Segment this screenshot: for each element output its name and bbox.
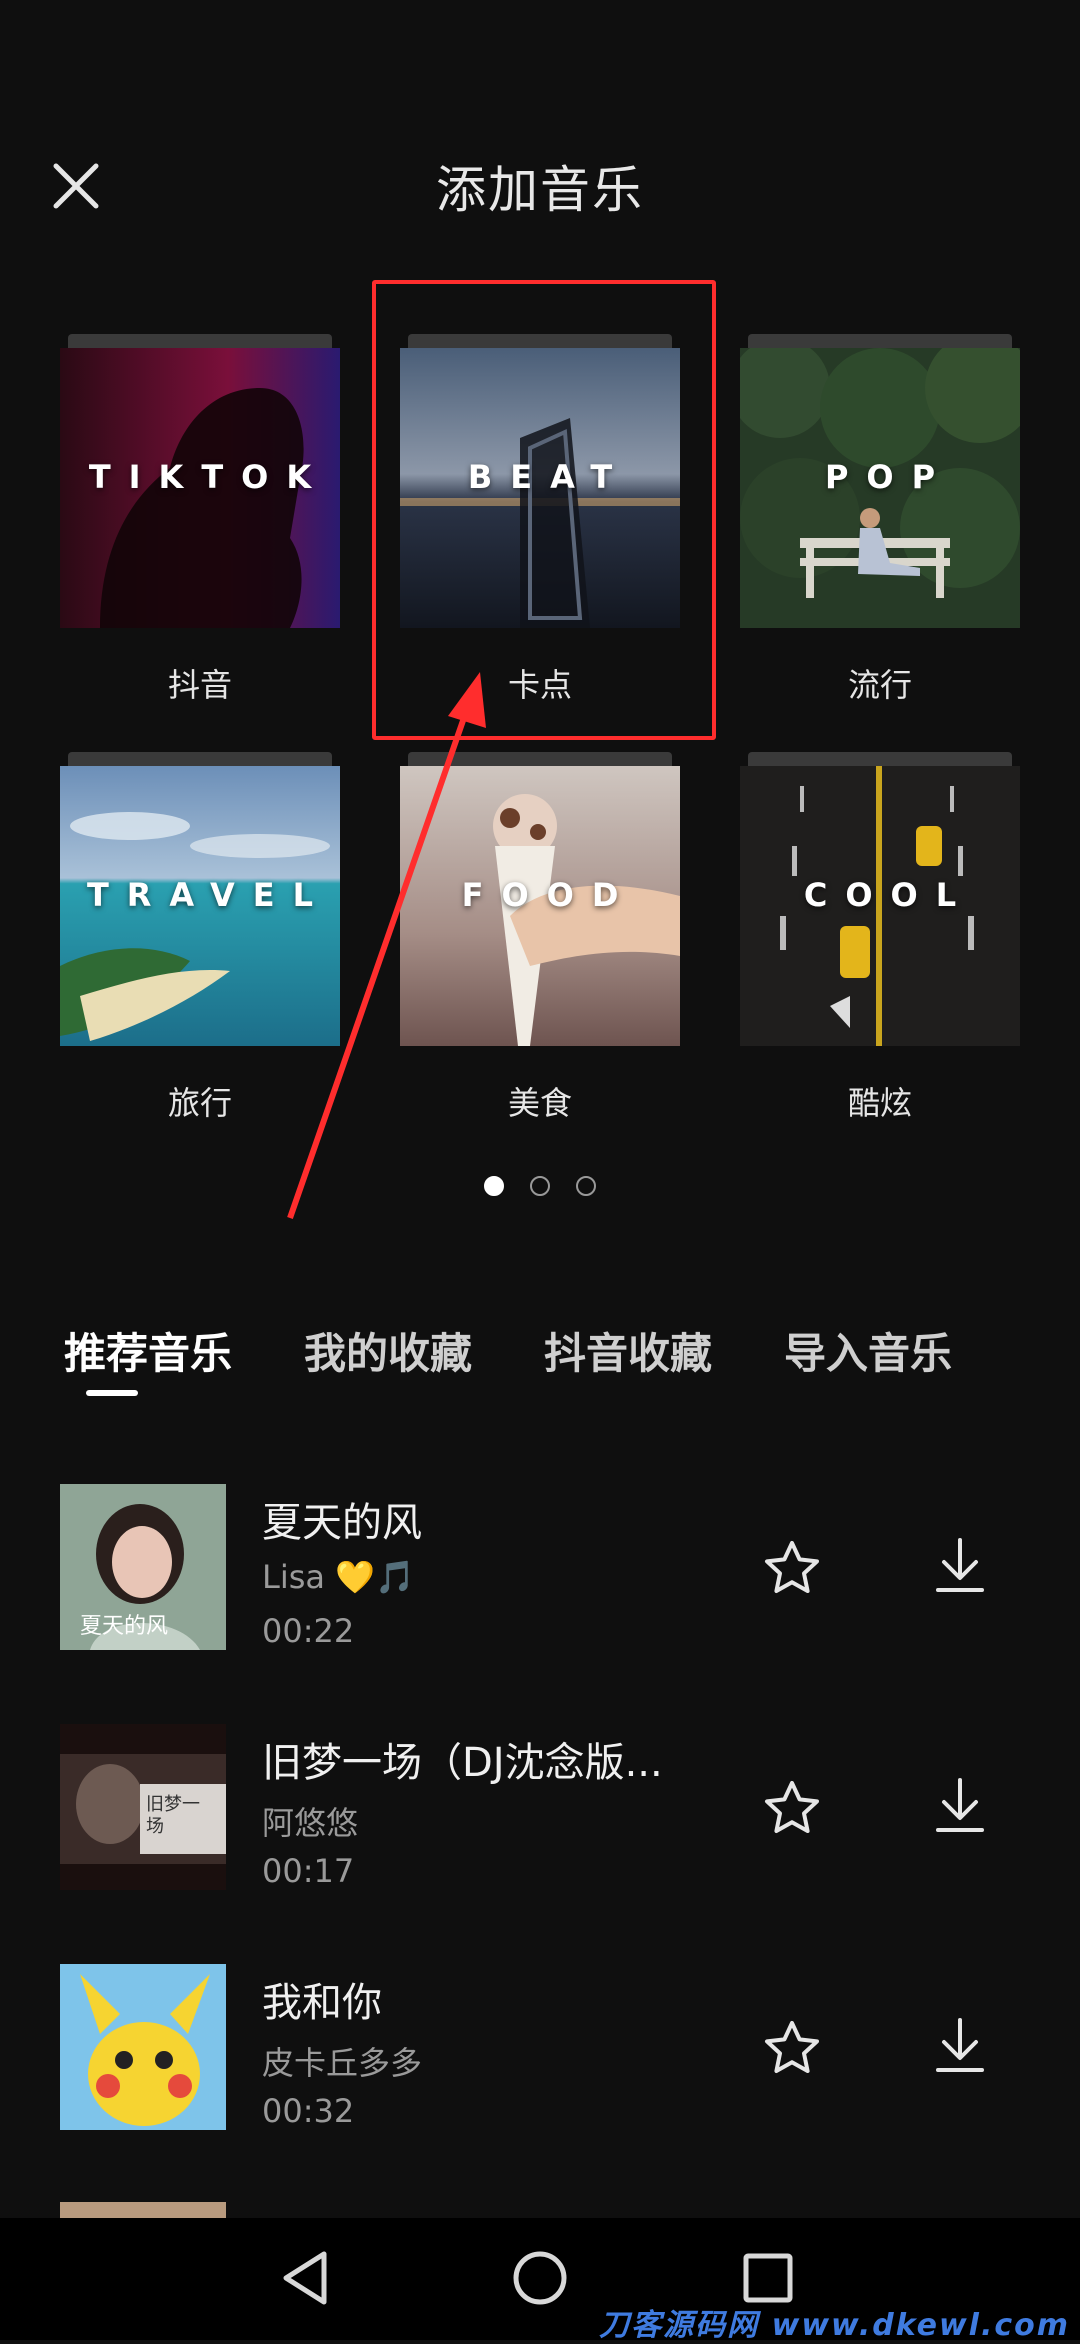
stack-edge (408, 752, 672, 766)
page-dot[interactable] (530, 1176, 550, 1196)
download-icon[interactable] (928, 1534, 992, 1598)
category-label: 旅行 (167, 1084, 232, 1122)
watermark: 刀客源码网 www.dkewl.com (599, 2308, 1070, 2343)
music-title: 夏天的风 (262, 1500, 422, 1546)
back-triangle-icon[interactable] (272, 2242, 344, 2314)
music-duration: 00:22 (262, 1612, 355, 1650)
music-artist: Lisa 💛🎵 (262, 1558, 415, 1596)
star-icon[interactable] (760, 1536, 824, 1600)
music-duration: 00:17 (262, 1852, 355, 1890)
thumbnail-text: 夏天的风 (80, 1614, 169, 1639)
music-artist: 阿悠悠 (262, 1804, 359, 1842)
music-duration: 00:32 (262, 2092, 355, 2130)
category-label: 美食 (507, 1084, 572, 1122)
category-tiktok[interactable]: TIKTOK 抖音 (60, 334, 340, 704)
star-icon[interactable] (760, 1776, 824, 1840)
music-title: 旧梦一场（DJ沈念版... (262, 1740, 663, 1786)
category-food[interactable]: FOOD 美食 (400, 752, 680, 1122)
home-circle-icon[interactable] (504, 2242, 576, 2314)
music-row[interactable]: 旧梦一场 旧梦一场（DJ沈念版... 阿悠悠 00:17 (60, 1724, 1020, 1890)
music-tabs: 推荐音乐 我的收藏 抖音收藏 导入音乐 (64, 1320, 1080, 1381)
download-icon[interactable] (928, 2014, 992, 2078)
pagination-dots (0, 1176, 1080, 1196)
music-thumbnail-partial (60, 2202, 226, 2218)
category-cover-text: TIKTOK (88, 458, 330, 496)
star-icon[interactable] (760, 2016, 824, 2080)
tab-import-music[interactable]: 导入音乐 (784, 1320, 952, 1381)
music-row[interactable]: 我和你 皮卡丘多多 00:32 (60, 1964, 1020, 2130)
music-title: 我和你 (262, 1980, 382, 2026)
category-label: 抖音 (167, 666, 232, 704)
page-title: 添加音乐 (436, 161, 644, 219)
music-thumbnail: 旧梦一场 (60, 1724, 226, 1890)
page-dot-active[interactable] (484, 1176, 504, 1196)
tab-douyin-favorites[interactable]: 抖音收藏 (544, 1320, 712, 1381)
stack-edge (748, 334, 1012, 348)
category-cover-text: TRAVEL (86, 876, 332, 914)
category-label: 卡点 (507, 666, 572, 704)
tab-my-favorites[interactable]: 我的收藏 (304, 1320, 472, 1381)
category-pop[interactable]: POP 流行 (740, 334, 1020, 704)
category-cover-text: FOOD (461, 876, 637, 914)
music-thumbnail: 夏天的风 (60, 1484, 226, 1650)
music-thumbnail (60, 1964, 226, 2130)
music-row[interactable]: 夏天的风 夏天的风 Lisa 💛🎵 00:22 (60, 1484, 1020, 1650)
music-artist: 皮卡丘多多 (262, 2044, 423, 2082)
category-label: 酷炫 (847, 1084, 912, 1122)
category-cover-text: POP (824, 458, 954, 496)
category-cool[interactable]: COOL 酷炫 (740, 752, 1020, 1122)
page-dot[interactable] (576, 1176, 596, 1196)
stack-edge (408, 334, 672, 348)
category-label: 流行 (847, 666, 912, 704)
stack-edge (68, 752, 332, 766)
category-beat[interactable]: BEAT 卡点 (400, 334, 680, 704)
category-cover-text: COOL (803, 876, 975, 914)
download-icon[interactable] (928, 1774, 992, 1838)
tab-recommended[interactable]: 推荐音乐 (64, 1320, 232, 1381)
stack-edge (748, 752, 1012, 766)
stack-edge (68, 334, 332, 348)
category-travel[interactable]: TRAVEL 旅行 (60, 752, 340, 1122)
thumbnail-text: 旧梦一场 (146, 1794, 200, 1837)
category-cover-text: BEAT (467, 458, 631, 496)
active-tab-indicator (86, 1390, 138, 1396)
